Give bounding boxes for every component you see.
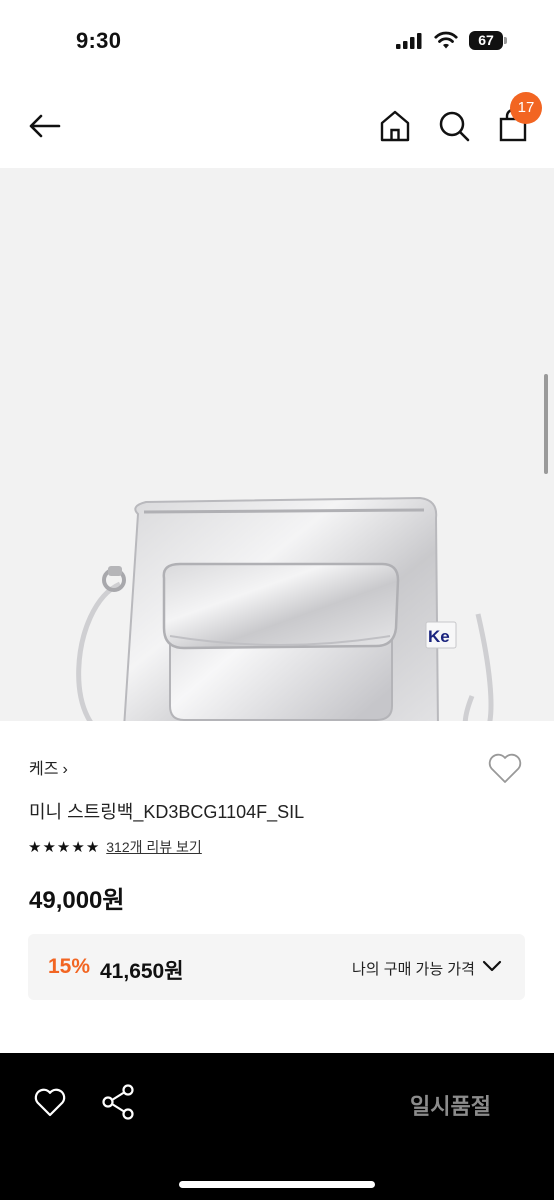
star-icon: ★	[56, 839, 71, 856]
bottom-action-bar: 일시품절	[0, 1053, 554, 1200]
star-icon: ★	[28, 839, 42, 856]
search-icon[interactable]	[436, 108, 472, 144]
product-image: Ke	[76, 496, 494, 721]
product-image-carousel[interactable]: Ke	[0, 168, 554, 721]
rating-row: ★ ★ ★ ★ ★ 312개 리뷰 보기	[28, 836, 202, 858]
member-price-dropdown[interactable]: 15% 41,650원 나의 구매 가능 가격	[28, 934, 525, 1000]
chevron-down-icon	[482, 960, 502, 972]
brand-chevron-icon: ›	[62, 761, 68, 778]
brand-name: 케즈	[29, 761, 59, 778]
sold-out-button: 일시품절	[410, 1094, 491, 1119]
brand-tag-logo: Ke	[428, 627, 450, 646]
review-link[interactable]: 312개 리뷰 보기	[106, 837, 202, 857]
cart-count-badge: 17	[510, 92, 542, 124]
status-bar: 9:30 67	[0, 0, 554, 84]
home-icon[interactable]	[377, 108, 413, 144]
top-navigation	[0, 84, 554, 168]
member-price-label: 나의 구매 가능 가격	[352, 961, 475, 978]
star-rating: ★ ★ ★ ★ ★	[28, 838, 99, 856]
battery-cap	[504, 37, 507, 44]
star-icon: ★	[42, 839, 56, 856]
heart-icon[interactable]	[33, 1085, 67, 1119]
battery-level: 67	[469, 31, 503, 50]
star-icon: ★	[85, 839, 100, 856]
share-icon[interactable]	[100, 1083, 136, 1121]
status-time: 9:30	[76, 28, 122, 53]
product-price: 49,000원	[29, 887, 125, 914]
heart-icon[interactable]	[486, 750, 524, 786]
back-arrow-icon[interactable]	[26, 108, 62, 144]
product-title: 미니 스트링백_KD3BCG1104F_SIL	[29, 802, 305, 822]
home-indicator	[179, 1181, 375, 1188]
wifi-icon	[434, 31, 458, 49]
scrollbar[interactable]	[544, 374, 548, 474]
cellular-signal-icon	[396, 33, 422, 49]
brand-link[interactable]: 케즈 ›	[29, 755, 68, 779]
star-icon: ★	[71, 839, 85, 856]
discount-price: 41,650원	[100, 960, 184, 983]
discount-rate: 15%	[48, 955, 91, 978]
battery-icon: 67	[469, 31, 507, 50]
